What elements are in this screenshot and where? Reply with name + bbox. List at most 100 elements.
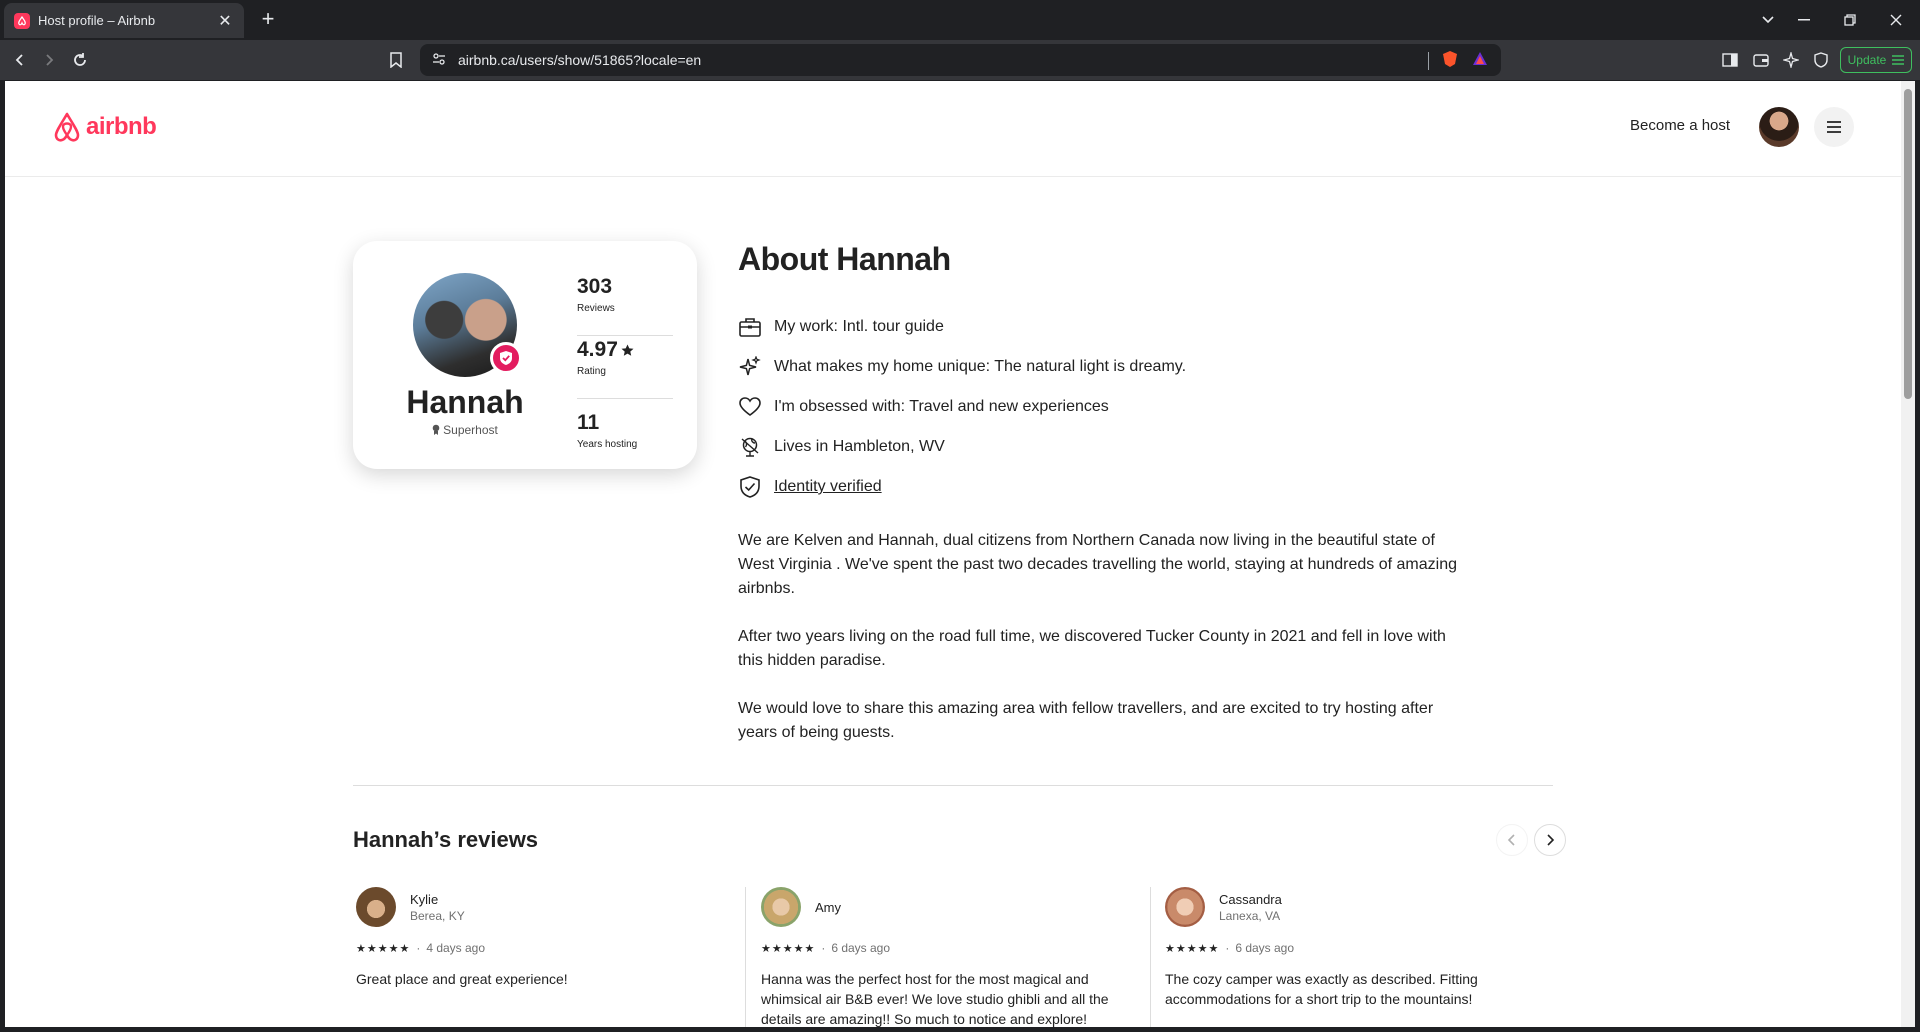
reviewer-location: Berea, KY bbox=[410, 908, 465, 923]
bio-paragraph: We would love to share this amazing area… bbox=[738, 700, 1434, 741]
globe-icon bbox=[738, 435, 762, 459]
rating-stars: ★★★★★ bbox=[356, 942, 411, 955]
about-title: About Hannah bbox=[738, 241, 951, 277]
stat-years-hosting: 11 Years hosting bbox=[577, 399, 673, 462]
page-viewport: airbnb Become a host Hannah Superhost 30… bbox=[5, 81, 1901, 1027]
sparkles-icon bbox=[738, 355, 762, 379]
host-role-label: Superhost bbox=[443, 423, 498, 437]
host-stats: 303 Reviews 4.97 Rating 11 Years hosting bbox=[577, 273, 673, 462]
superhost-badge-icon bbox=[490, 342, 522, 374]
browser-toolbar: airbnb.ca/users/show/51865?locale=en bbox=[0, 40, 1920, 80]
stat-rating: 4.97 Rating bbox=[577, 336, 673, 399]
bio-paragraph: We are Kelven and Hannah, dual citizens … bbox=[738, 532, 1458, 597]
reviewer-name: Cassandra bbox=[1219, 891, 1282, 907]
fact-text: Lives in Hambleton, WV bbox=[774, 438, 945, 455]
hamburger-icon bbox=[1827, 121, 1841, 133]
stat-value: 303 bbox=[577, 275, 613, 298]
host-role: Superhost bbox=[353, 423, 577, 437]
stat-value: 11 bbox=[577, 411, 600, 434]
briefcase-icon bbox=[738, 315, 762, 339]
hamburger-menu-icon bbox=[1892, 55, 1905, 65]
forward-icon[interactable] bbox=[37, 48, 61, 72]
chevron-left-icon bbox=[1507, 834, 1515, 846]
fact-text: What makes my home unique: The natural l… bbox=[774, 358, 1187, 375]
stat-value: 4.97 bbox=[577, 338, 618, 361]
logo-text: airbnb bbox=[86, 113, 157, 140]
fact-work: My work: Intl. tour guide bbox=[738, 307, 1186, 347]
chevron-right-icon bbox=[1547, 834, 1555, 846]
review-text: The cozy camper was exactly as described… bbox=[1165, 971, 1478, 1007]
identity-verified-link[interactable]: Identity verified bbox=[774, 478, 882, 496]
stat-label: Reviews bbox=[577, 303, 615, 314]
tab-search-icon[interactable] bbox=[1750, 6, 1786, 34]
reviewer-location: Lanexa, VA bbox=[1219, 908, 1281, 923]
host-name: Hannah bbox=[406, 384, 524, 420]
airbnb-logo[interactable]: airbnb bbox=[52, 111, 157, 143]
close-window-icon[interactable] bbox=[1878, 6, 1914, 34]
reviews-prev-button[interactable] bbox=[1496, 824, 1528, 856]
review-date: 4 days ago bbox=[426, 941, 486, 955]
star-icon bbox=[621, 344, 634, 356]
reviewer-name: Amy bbox=[815, 899, 841, 915]
rating-stars: ★★★★★ bbox=[1165, 942, 1220, 955]
leo-ai-icon[interactable] bbox=[1779, 48, 1803, 72]
review-card[interactable]: Amy ★★★★★ · 6 days ago Hanna was the per… bbox=[761, 887, 1141, 1027]
site-settings-icon[interactable] bbox=[432, 52, 446, 69]
fact-lives: Lives in Hambleton, WV bbox=[738, 427, 1186, 467]
review-card[interactable]: Cassandra Lanexa, VA ★★★★★ · 6 days ago … bbox=[1165, 887, 1545, 1009]
stat-label: Rating bbox=[577, 366, 606, 377]
scrollbar-thumb[interactable] bbox=[1904, 89, 1912, 399]
superhost-medal-icon bbox=[432, 424, 440, 435]
page-scrollbar[interactable] bbox=[1901, 81, 1915, 1027]
meta-separator: · bbox=[416, 941, 421, 955]
reviewer-name: Kylie bbox=[410, 891, 439, 907]
user-avatar[interactable] bbox=[1759, 107, 1799, 147]
browser-tab-bar: Host profile – Airbnb ✕ + bbox=[0, 0, 1920, 40]
divider bbox=[1428, 51, 1429, 70]
meta-separator: · bbox=[821, 941, 826, 955]
reviewer-avatar bbox=[1165, 887, 1205, 927]
stat-label: Years hosting bbox=[577, 439, 638, 450]
update-label: Update bbox=[1847, 53, 1887, 67]
back-icon[interactable] bbox=[8, 48, 32, 72]
heart-icon bbox=[738, 395, 762, 419]
fact-identity[interactable]: Identity verified bbox=[738, 467, 1186, 507]
airbnb-belo-icon bbox=[54, 112, 80, 142]
tab-title: Host profile – Airbnb bbox=[38, 13, 156, 28]
wallet-icon[interactable] bbox=[1749, 48, 1773, 72]
fact-unique: What makes my home unique: The natural l… bbox=[738, 347, 1186, 387]
sidebar-icon[interactable] bbox=[1718, 48, 1742, 72]
review-date: 6 days ago bbox=[1235, 941, 1295, 955]
become-host-link[interactable]: Become a host bbox=[1630, 117, 1730, 134]
stat-reviews[interactable]: 303 Reviews bbox=[577, 273, 673, 336]
close-tab-icon[interactable]: ✕ bbox=[216, 12, 234, 30]
host-facts: My work: Intl. tour guide What makes my … bbox=[738, 307, 1186, 507]
brave-shields-icon[interactable] bbox=[1441, 50, 1459, 71]
url-text: airbnb.ca/users/show/51865?locale=en bbox=[458, 52, 702, 68]
shield-check-icon bbox=[738, 475, 762, 499]
section-divider bbox=[353, 785, 1553, 786]
fact-obsessed: I'm obsessed with: Travel and new experi… bbox=[738, 387, 1186, 427]
review-card[interactable]: Kylie Berea, KY ★★★★★ · 4 days ago Great… bbox=[356, 887, 736, 989]
review-text: Hanna was the perfect host for the most … bbox=[761, 971, 1109, 1027]
rating-stars: ★★★★★ bbox=[761, 942, 816, 955]
reviewer-avatar bbox=[761, 887, 801, 927]
reviews-title: Hannah’s reviews bbox=[353, 827, 539, 852]
new-tab-icon[interactable]: + bbox=[256, 8, 280, 32]
address-bar[interactable]: airbnb.ca/users/show/51865?locale=en bbox=[420, 44, 1501, 76]
review-text: Great place and great experience! bbox=[356, 971, 568, 987]
review-separator bbox=[745, 887, 746, 1027]
reload-icon[interactable] bbox=[68, 48, 92, 72]
review-separator bbox=[1150, 887, 1151, 1027]
reviews-next-button[interactable] bbox=[1534, 824, 1566, 856]
browser-tab[interactable]: Host profile – Airbnb ✕ bbox=[4, 3, 244, 38]
restore-icon[interactable] bbox=[1832, 6, 1868, 34]
main-menu-button[interactable] bbox=[1814, 107, 1854, 147]
brave-rewards-icon[interactable] bbox=[1471, 50, 1489, 71]
bookmark-icon[interactable] bbox=[384, 48, 408, 72]
vpn-icon[interactable] bbox=[1809, 48, 1833, 72]
update-button[interactable]: Update bbox=[1840, 47, 1912, 73]
site-header: airbnb Become a host bbox=[5, 81, 1901, 177]
minimize-icon[interactable] bbox=[1786, 6, 1822, 34]
airbnb-favicon-icon bbox=[14, 12, 30, 29]
